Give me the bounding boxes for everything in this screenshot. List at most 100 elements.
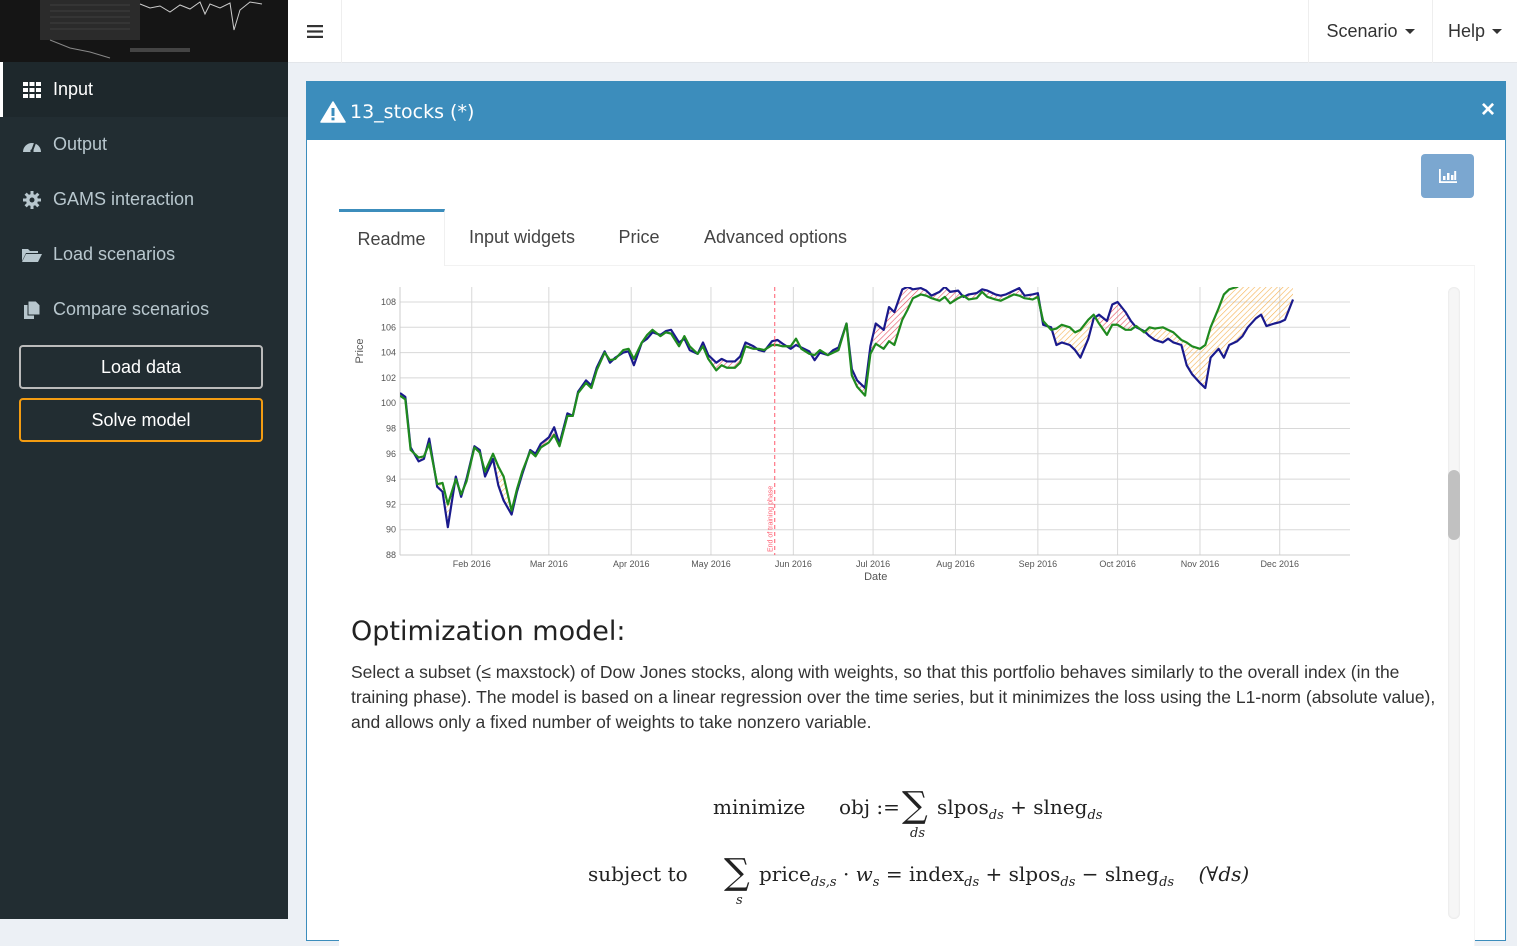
x-tick-label: Jun 2016: [775, 559, 812, 569]
y-tick-label: 106: [381, 322, 396, 332]
y-axis-label: Price: [354, 338, 366, 363]
y-tick-label: 98: [386, 424, 396, 434]
x-axis-label: Date: [864, 571, 887, 583]
x-tick-label: Jul 2016: [856, 559, 890, 569]
sidebar-item-label: Compare scenarios: [53, 299, 210, 319]
sidebar-item-output[interactable]: Output: [0, 117, 288, 172]
forall-term: (∀ds): [1198, 862, 1250, 886]
x-tick-label: May 2016: [691, 559, 731, 569]
solve-model-button[interactable]: Solve model: [19, 398, 263, 442]
logo-chart-graphic: [0, 0, 288, 62]
slneg-term: slneg: [1033, 795, 1088, 819]
x-tick-label: Feb 2016: [453, 559, 491, 569]
price-sub: ds,s: [810, 875, 837, 890]
logo-image: [0, 0, 288, 62]
minus-sign: −: [1081, 862, 1105, 886]
portfolio-above-fill: [1199, 345, 1206, 389]
y-tick-label: 102: [381, 373, 396, 383]
readme-heading: Optimization model:: [351, 616, 626, 647]
plus-sign: +: [985, 862, 1009, 886]
tab-price[interactable]: Price: [604, 209, 674, 266]
slpos-term: slpos: [937, 795, 989, 819]
sidebar-item-label: Output: [53, 134, 108, 154]
slneg-sub: ds: [1087, 808, 1103, 823]
sidebar: Input Output GAMS interaction Load scena…: [0, 0, 288, 919]
w-term: w: [855, 862, 873, 886]
dashboard-icon: [22, 135, 42, 155]
sidebar-item-gams-interaction[interactable]: GAMS interaction: [0, 172, 288, 227]
slneg-term: slneg: [1104, 862, 1160, 886]
sidebar-item-compare-scenarios[interactable]: Compare scenarios: [0, 282, 288, 337]
folder-open-icon: [22, 245, 42, 265]
index-term: index: [908, 862, 965, 886]
sidebar-item-label: Input: [53, 79, 94, 99]
y-tick-label: 96: [386, 449, 396, 459]
box-header: 13_stocks (*) ×: [307, 84, 1505, 140]
warning-icon: [320, 101, 346, 123]
portfolio-above-fill: [1279, 287, 1286, 323]
y-tick-label: 88: [386, 550, 396, 560]
sum-index: ds: [910, 826, 925, 841]
y-tick-label: 90: [386, 525, 396, 535]
price-chart: 88 90 92 94 96 98 100 102 104 106 108 Feb 2016 Mar 2…: [354, 287, 1350, 583]
sidebar-toggle-button[interactable]: [288, 0, 342, 63]
help-menu[interactable]: Help: [1432, 0, 1517, 63]
tab-readme[interactable]: Readme: [339, 209, 445, 266]
price-term: price: [759, 862, 811, 886]
training-end-label: End of training phase: [768, 486, 775, 552]
sidebar-item-label: Load scenarios: [53, 244, 176, 264]
tab-bar: Readme Input widgets Price Advanced opti…: [339, 209, 1475, 266]
sum-index: s: [736, 893, 743, 908]
portfolio-above-fill: [1255, 287, 1262, 319]
top-navbar: Scenario Help: [288, 0, 1517, 63]
series-line-portfolio: [400, 287, 1239, 512]
portfolio-above-fill: [1266, 287, 1275, 327]
caret-down-icon: [1404, 29, 1415, 34]
index-sub: ds: [964, 875, 980, 890]
tab-advanced-options[interactable]: Advanced options: [693, 209, 858, 266]
x-tick-label: Mar 2016: [530, 559, 568, 569]
sum-symbol: ∑: [902, 785, 928, 826]
x-tick-label: Apr 2016: [613, 559, 650, 569]
gear-icon: [22, 190, 42, 210]
scrollbar-thumb[interactable]: [1448, 470, 1460, 540]
y-tick-label: 104: [381, 348, 396, 358]
objective-terms: slposds + slnegds: [937, 795, 1102, 823]
y-tick-label: 94: [386, 474, 396, 484]
scenario-title: 13_stocks (*): [350, 101, 475, 123]
sidebar-item-input[interactable]: Input: [0, 62, 288, 117]
grid-icon: [22, 80, 42, 100]
w-sub: s: [872, 875, 880, 890]
tab-input-widgets[interactable]: Input widgets: [454, 209, 590, 266]
copy-icon: [22, 300, 42, 320]
scenario-menu-label: Scenario: [1326, 21, 1398, 41]
scenario-menu[interactable]: Scenario: [1308, 0, 1432, 63]
x-tick-label: Sep 2016: [1019, 559, 1058, 569]
portfolio-above-fill: [1274, 287, 1280, 324]
hamburger-icon: [306, 25, 323, 38]
portfolio-above-fill: [1229, 287, 1238, 346]
minimize-label: minimize: [713, 795, 806, 819]
y-tick-label: 92: [386, 499, 396, 509]
portfolio-above-fill: [1237, 287, 1243, 342]
help-menu-label: Help: [1447, 21, 1486, 41]
equals-sign: =: [885, 862, 909, 886]
content-scrollbar[interactable]: [1448, 287, 1460, 919]
load-data-button[interactable]: Load data: [19, 345, 263, 389]
x-tick-label: Oct 2016: [1099, 559, 1136, 569]
dot-operator: ·: [842, 862, 856, 886]
x-tick-label: Nov 2016: [1181, 559, 1220, 569]
x-tick-label: Dec 2016: [1260, 559, 1299, 569]
readme-paragraph: Select a subset (≤ maxstock) of Dow Jone…: [351, 662, 1436, 732]
slpos-sub: ds: [988, 808, 1004, 823]
difference-fill-group: [400, 287, 1293, 528]
sidebar-item-load-scenarios[interactable]: Load scenarios: [0, 227, 288, 282]
sidebar-item-label: GAMS interaction: [53, 189, 195, 209]
caret-down-icon: [1492, 29, 1503, 34]
y-tick-label: 100: [381, 398, 396, 408]
toggle-chart-view-button[interactable]: [1421, 154, 1474, 198]
objective-lhs: obj :=: [839, 795, 900, 819]
close-icon[interactable]: ×: [1481, 98, 1495, 122]
y-tick-label: 108: [381, 297, 396, 307]
bar-chart-icon: [1438, 169, 1457, 183]
